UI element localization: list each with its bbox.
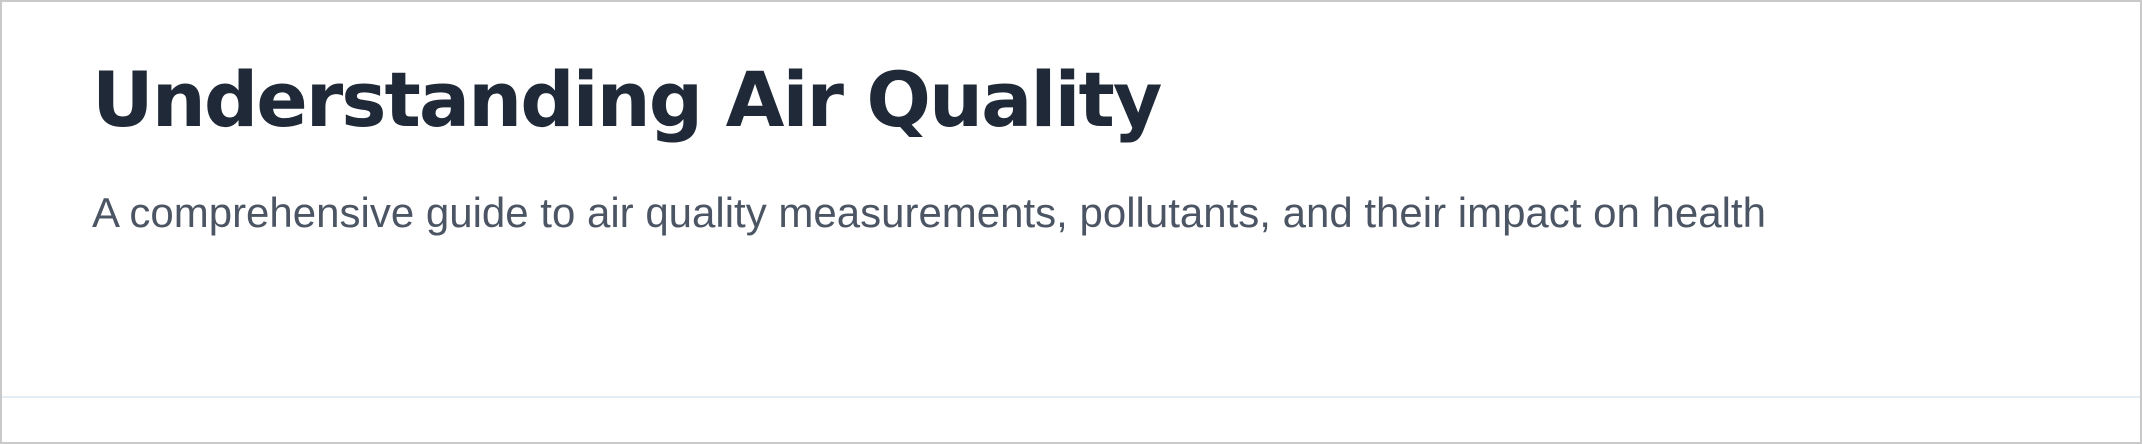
header-divider [2,396,2140,398]
page-header: Understanding Air Quality A comprehensiv… [92,58,1912,244]
page-frame: Understanding Air Quality A comprehensiv… [0,0,2142,444]
page-title: Understanding Air Quality [92,55,1162,144]
page-subtitle: A comprehensive guide to air quality mea… [92,189,1766,236]
